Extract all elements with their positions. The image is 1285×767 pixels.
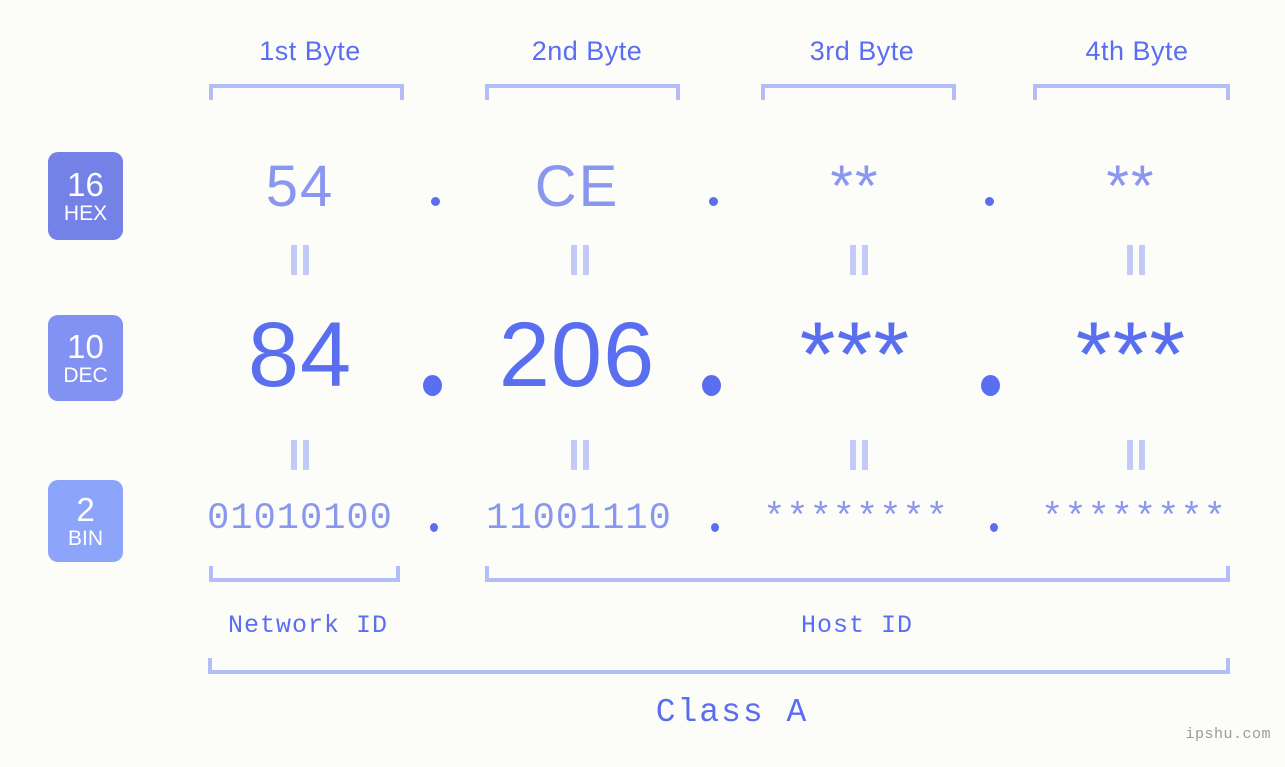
byte-header-2: 2nd Byte bbox=[531, 36, 643, 66]
bin-dot-1 bbox=[430, 523, 438, 532]
equals-mark-hex-dec-2 bbox=[569, 245, 591, 275]
bin-byte-2: 11001110 bbox=[486, 498, 672, 540]
hex-dot-2 bbox=[709, 197, 718, 206]
dec-dot-2 bbox=[702, 375, 721, 396]
radix-badge-bin-base: 2 bbox=[76, 490, 95, 528]
bin-dot-2 bbox=[711, 523, 719, 532]
host-id-bracket bbox=[485, 566, 1230, 582]
hex-dot-1 bbox=[431, 197, 440, 206]
dec-byte-2: 206 bbox=[498, 304, 656, 406]
radix-badge-hex: 16 HEX bbox=[48, 152, 123, 240]
dec-byte-4: *** bbox=[1075, 304, 1187, 406]
radix-badge-bin: 2 BIN bbox=[48, 480, 123, 562]
equals-mark-dec-bin-2 bbox=[569, 440, 591, 470]
equals-mark-dec-bin-3 bbox=[848, 440, 870, 470]
byte-header-4: 4th Byte bbox=[1085, 36, 1189, 66]
equals-mark-hex-dec-1 bbox=[289, 245, 311, 275]
hex-byte-2: CE bbox=[534, 154, 620, 219]
radix-badge-dec-base: 10 bbox=[67, 327, 104, 365]
equals-mark-dec-bin-1 bbox=[289, 440, 311, 470]
network-id-label: Network ID bbox=[227, 611, 389, 640]
equals-mark-dec-bin-4 bbox=[1125, 440, 1147, 470]
radix-badge-hex-base: 16 bbox=[67, 165, 104, 203]
dec-byte-1: 84 bbox=[247, 304, 353, 406]
dec-byte-3: *** bbox=[799, 304, 911, 406]
hex-byte-4: ** bbox=[1106, 154, 1156, 219]
network-id-bracket bbox=[209, 566, 400, 582]
equals-mark-hex-dec-3 bbox=[848, 245, 870, 275]
ip-byte-breakdown-diagram: 1st Byte 2nd Byte 3rd Byte 4th Byte 16 H… bbox=[0, 0, 1285, 767]
host-id-label: Host ID bbox=[800, 611, 914, 640]
radix-badge-dec-name: DEC bbox=[63, 363, 108, 387]
hex-byte-3: ** bbox=[830, 154, 880, 219]
dec-dot-1 bbox=[423, 375, 442, 396]
radix-badge-dec: 10 DEC bbox=[48, 315, 123, 401]
equals-mark-hex-dec-4 bbox=[1125, 245, 1147, 275]
radix-badge-bin-name: BIN bbox=[67, 526, 103, 550]
bin-byte-4: ******** bbox=[1041, 498, 1227, 540]
class-bracket bbox=[208, 658, 1230, 674]
byte-bracket-4 bbox=[1033, 84, 1230, 100]
hex-byte-1: 54 bbox=[265, 154, 335, 219]
byte-bracket-1 bbox=[209, 84, 404, 100]
bin-byte-1: 01010100 bbox=[207, 498, 393, 540]
hex-dot-3 bbox=[985, 197, 994, 206]
class-label: Class A bbox=[655, 694, 809, 731]
byte-header-1: 1st Byte bbox=[259, 36, 361, 66]
byte-bracket-3 bbox=[761, 84, 956, 100]
dec-dot-3 bbox=[981, 375, 1000, 396]
site-watermark: ipshu.com bbox=[1185, 726, 1271, 743]
bin-byte-3: ******** bbox=[763, 498, 949, 540]
bin-dot-3 bbox=[990, 523, 998, 532]
byte-header-3: 3rd Byte bbox=[809, 36, 915, 66]
radix-badge-hex-name: HEX bbox=[63, 201, 108, 225]
byte-bracket-2 bbox=[485, 84, 680, 100]
